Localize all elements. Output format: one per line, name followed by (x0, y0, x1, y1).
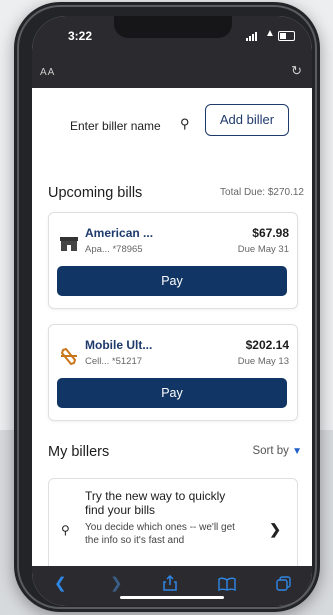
notch (114, 16, 232, 38)
search-icon: ⚲ (61, 523, 70, 537)
bill-card: American ... $67.98 Apa... *78965 Due Ma… (48, 212, 298, 309)
sort-by-button[interactable]: Sort by ▼ (252, 445, 302, 457)
pay-button[interactable]: Pay (57, 378, 287, 408)
browser-url-bar: AA ↻ (32, 56, 312, 89)
phone-icon (60, 347, 77, 366)
bill-account: Apa... *78965 (85, 244, 143, 255)
pay-button[interactable]: Pay (57, 266, 287, 296)
battery-icon (278, 31, 295, 41)
sort-by-label: Sort by (252, 445, 289, 457)
status-time: 3:22 (68, 29, 93, 43)
biller-search[interactable]: Enter biller name ⚲ (70, 116, 190, 137)
promo-body: You decide which ones -- we'll get the i… (85, 522, 235, 546)
bill-due-date: Due May 31 (237, 244, 289, 255)
search-input[interactable]: Enter biller name (70, 119, 161, 133)
promo-card[interactable]: ⚲ Try the new way to quickly find your b… (48, 478, 298, 580)
browser-toolbar: ❮ ❯ (32, 566, 312, 606)
status-bar: 3:22 ▲ (32, 16, 312, 56)
total-due: Total Due: $270.12 (220, 187, 304, 198)
promo-title: Try the new way to quickly find your bil… (85, 489, 226, 517)
bill-due-date: Due May 13 (237, 356, 289, 367)
reload-icon[interactable]: ↻ (291, 63, 302, 79)
signal-icon (246, 32, 260, 41)
bill-amount: $67.98 (252, 226, 289, 240)
caret-down-icon: ▼ (292, 446, 302, 457)
my-billers-title: My billers (48, 444, 110, 460)
storefront-icon (60, 237, 78, 251)
share-icon[interactable] (163, 575, 177, 591)
wifi-icon: ▲ (265, 28, 275, 39)
tabs-icon[interactable] (276, 576, 291, 591)
upcoming-bills-title: Upcoming bills (48, 185, 143, 201)
back-icon[interactable]: ❮ (54, 574, 67, 592)
chevron-right-icon[interactable]: ❯ (269, 521, 281, 538)
search-icon[interactable]: ⚲ (180, 116, 190, 132)
text-size-button[interactable]: AA (40, 67, 55, 78)
bill-name[interactable]: Mobile Ult... (85, 338, 152, 352)
home-indicator (120, 596, 224, 599)
forward-icon[interactable]: ❯ (110, 574, 123, 592)
bill-amount: $202.14 (245, 338, 289, 352)
add-biller-button[interactable]: Add biller (205, 104, 289, 136)
page-content: Enter biller name ⚲ Add biller Upcoming … (32, 88, 312, 580)
bill-card: Mobile Ult... $202.14 Cell... *51217 Due… (48, 324, 298, 421)
bill-name[interactable]: American ... (85, 226, 153, 240)
bill-account: Cell... *51217 (85, 356, 143, 367)
bookmarks-icon[interactable] (218, 577, 236, 591)
phone-screen: 3:22 ▲ AA ↻ Enter biller name ⚲ Add bill… (32, 16, 312, 606)
